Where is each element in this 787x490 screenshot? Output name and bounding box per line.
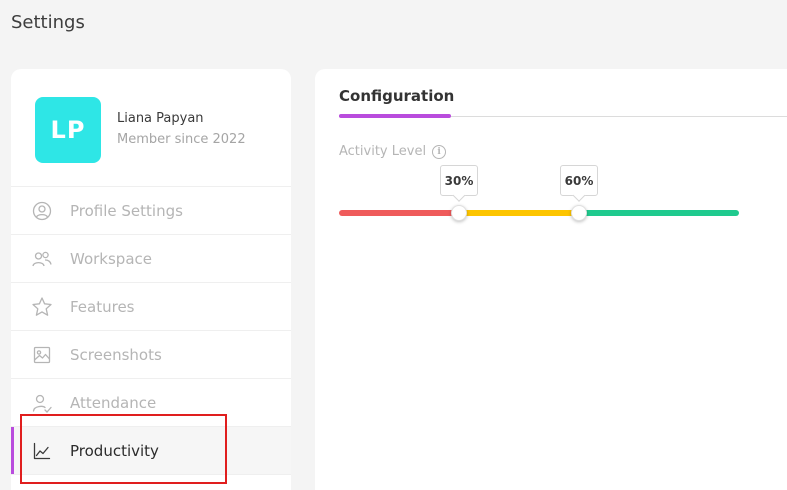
sidebar-item-label: Screenshots	[70, 345, 162, 364]
user-circle-icon	[31, 200, 53, 222]
sidebar-item-features[interactable]: Features	[11, 283, 291, 331]
sidebar-item-label: Workspace	[70, 249, 152, 268]
sidebar-item-label: Profile Settings	[70, 201, 183, 220]
medium-activity-segment	[459, 210, 579, 216]
user-name: Liana Papyan	[117, 111, 204, 126]
sidebar-item-screenshots[interactable]: Screenshots	[11, 331, 291, 379]
high-threshold-tooltip: 60%	[560, 165, 598, 196]
low-threshold-tooltip: 30%	[440, 165, 478, 196]
user-check-icon	[31, 392, 53, 414]
sidebar-item-label: Attendance	[70, 393, 157, 412]
users-icon	[31, 248, 53, 270]
star-icon	[31, 296, 53, 318]
info-icon[interactable]: i	[432, 144, 447, 159]
profile-card: LP Liana Papyan Member since 2022	[11, 69, 291, 187]
sidebar-item-workspace[interactable]: Workspace	[11, 235, 291, 283]
tab-configuration[interactable]: Configuration	[339, 87, 454, 105]
highlight-box	[20, 414, 227, 484]
main-panel: Configuration Activity Level i 30% 60%	[315, 69, 787, 490]
high-threshold-handle[interactable]	[571, 205, 587, 221]
activity-level-text: Activity Level	[339, 144, 427, 159]
activity-level-label: Activity Level i	[339, 144, 447, 159]
image-icon	[31, 344, 53, 366]
low-threshold-handle[interactable]	[451, 205, 467, 221]
sidebar-item-profile-settings[interactable]: Profile Settings	[11, 187, 291, 235]
low-activity-segment	[339, 210, 459, 216]
activity-level-slider-track[interactable]	[339, 210, 739, 216]
high-activity-segment	[579, 210, 739, 216]
tab-active-indicator	[339, 114, 451, 118]
page-title: Settings	[11, 12, 85, 33]
sidebar-item-label: Features	[70, 297, 135, 316]
avatar[interactable]: LP	[35, 97, 101, 163]
member-since: Member since 2022	[117, 132, 246, 147]
